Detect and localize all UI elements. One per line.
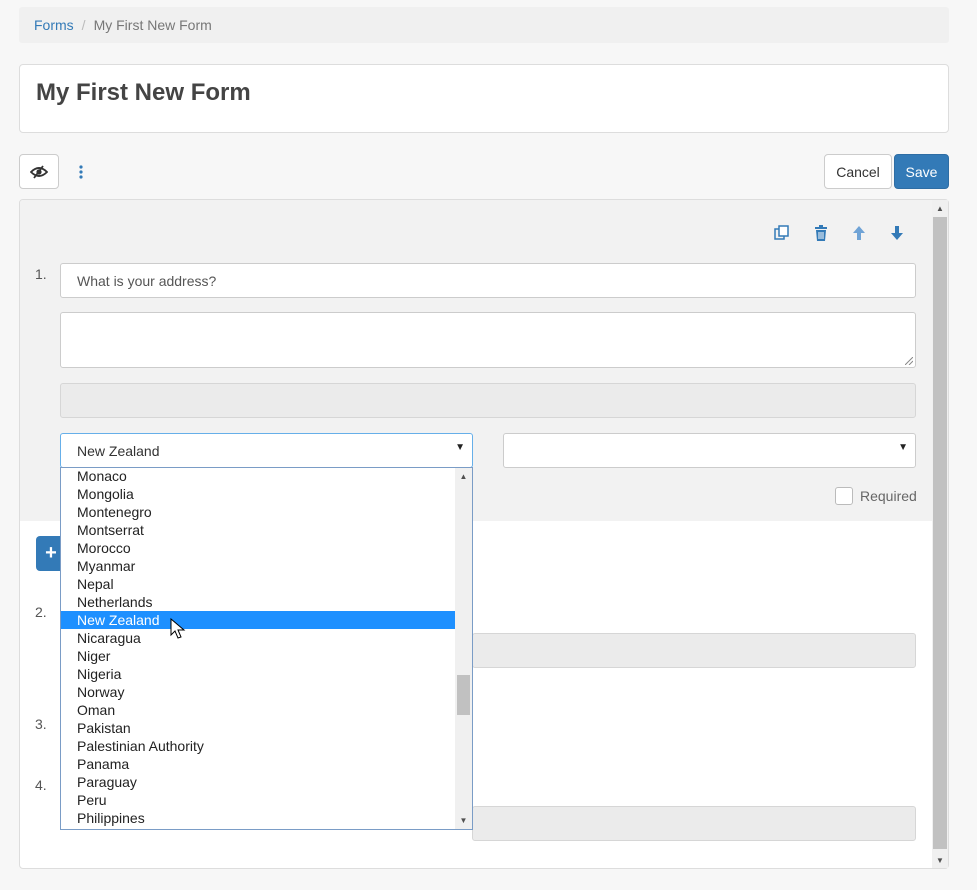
eye-slash-icon <box>30 164 48 179</box>
breadcrumb-separator: / <box>81 17 86 33</box>
breadcrumb: Forms / My First New Form <box>19 7 949 43</box>
duplicate-icon[interactable] <box>773 224 791 242</box>
country-option[interactable]: Morocco <box>61 539 456 557</box>
question-title-input[interactable]: What is your address? <box>60 263 916 298</box>
arrow-down-icon[interactable] <box>888 224 906 242</box>
page-scrollbar[interactable]: ▲ ▼ <box>932 200 948 868</box>
disabled-answer-field <box>60 383 916 418</box>
save-button[interactable]: Save <box>894 154 949 189</box>
scroll-up-arrow-icon[interactable]: ▲ <box>932 200 948 216</box>
scroll-down-arrow-icon[interactable]: ▼ <box>932 852 948 868</box>
country-option[interactable]: Montserrat <box>61 521 456 539</box>
dropdown-scrollbar[interactable]: ▲ ▼ <box>455 468 472 829</box>
country-option[interactable]: Nicaragua <box>61 629 456 647</box>
country-option[interactable]: Oman <box>61 701 456 719</box>
disabled-answer-field <box>472 633 916 668</box>
caret-down-icon: ▼ <box>455 442 465 453</box>
country-option[interactable]: Montenegro <box>61 503 456 521</box>
required-checkbox[interactable] <box>835 487 853 505</box>
country-option[interactable]: Myanmar <box>61 557 456 575</box>
kebab-vertical-icon <box>79 165 83 179</box>
country-option[interactable]: Nigeria <box>61 665 456 683</box>
required-toggle[interactable]: Required <box>835 487 917 505</box>
breadcrumb-current: My First New Form <box>93 17 212 33</box>
country-option[interactable]: Philippines <box>61 809 456 827</box>
caret-down-icon: ▼ <box>898 442 908 453</box>
question-number: 3. <box>35 716 47 732</box>
question-number: 2. <box>35 604 47 620</box>
question-number: 1. <box>35 266 47 282</box>
country-select[interactable]: New Zealand ▼ <box>60 433 473 468</box>
breadcrumb-forms-link[interactable]: Forms <box>34 17 74 33</box>
scrollbar-thumb[interactable] <box>933 217 947 849</box>
secondary-select[interactable]: ▼ <box>503 433 916 468</box>
country-option[interactable]: Niger <box>61 647 456 665</box>
question-number: 4. <box>35 777 47 793</box>
question-description-textarea[interactable] <box>60 312 916 368</box>
cancel-button[interactable]: Cancel <box>824 154 892 189</box>
country-select-value: New Zealand <box>77 443 160 459</box>
dropdown-scrollbar-thumb[interactable] <box>457 675 470 715</box>
country-option[interactable]: Peru <box>61 791 456 809</box>
country-option[interactable]: Monaco <box>61 468 456 485</box>
resize-handle-icon[interactable] <box>905 357 913 365</box>
country-option[interactable]: Palestinian Authority <box>61 737 456 755</box>
arrow-up-icon[interactable] <box>850 224 868 242</box>
form-title-panel: My First New Form <box>19 64 949 133</box>
country-option[interactable]: Paraguay <box>61 773 456 791</box>
country-option[interactable]: Nepal <box>61 575 456 593</box>
trash-icon[interactable] <box>812 224 830 242</box>
country-option[interactable]: New Zealand <box>61 611 456 629</box>
country-option[interactable]: Netherlands <box>61 593 456 611</box>
disabled-answer-field <box>472 806 916 841</box>
country-dropdown-list[interactable]: Monaco Mongolia Montenegro Montserrat Morocc… <box>60 467 473 830</box>
required-label: Required <box>860 488 917 504</box>
country-option[interactable]: Norway <box>61 683 456 701</box>
scroll-down-arrow-icon[interactable]: ▼ <box>455 812 472 829</box>
more-options-button[interactable] <box>70 158 92 186</box>
country-option[interactable]: Pakistan <box>61 719 456 737</box>
page-title[interactable]: My First New Form <box>36 79 251 107</box>
country-option[interactable]: Mongolia <box>61 485 456 503</box>
country-options: Monaco Mongolia Montenegro Montserrat Morocc… <box>61 468 456 827</box>
scroll-up-arrow-icon[interactable]: ▲ <box>455 468 472 485</box>
country-option[interactable]: Panama <box>61 755 456 773</box>
preview-toggle-button[interactable] <box>19 154 59 189</box>
